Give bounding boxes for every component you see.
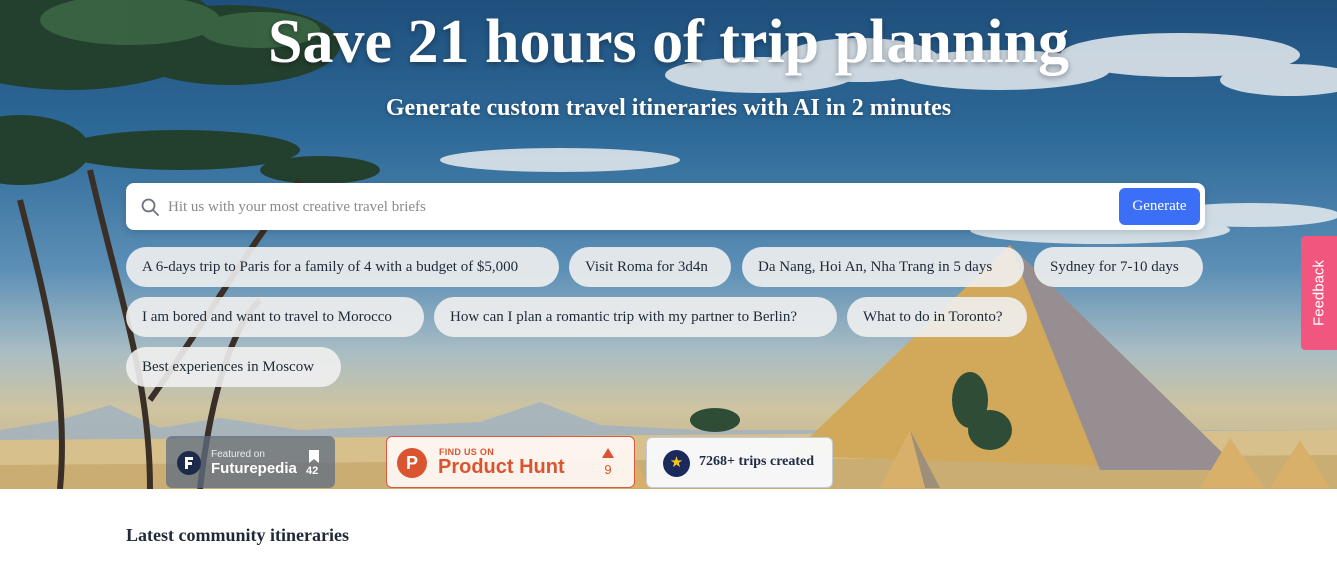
suggestion-chip[interactable]: Best experiences in Moscow (126, 347, 341, 387)
feedback-tab[interactable]: Feedback (1301, 236, 1337, 350)
hero-section: Save 21 hours of trip planning Generate … (0, 0, 1337, 489)
suggestion-chip[interactable]: What to do in Toronto? (847, 297, 1027, 337)
trips-created-badge: ★ 7268+ trips created (646, 437, 833, 488)
page-title: Save 21 hours of trip planning (267, 8, 1069, 76)
suggestion-chip[interactable]: Sydney for 7-10 days (1034, 247, 1203, 287)
futurepedia-badge[interactable]: Featured on Futurepedia 42 (166, 436, 335, 488)
latest-itineraries-heading: Latest community itineraries (126, 525, 349, 545)
product-hunt-votes: 9 (604, 462, 612, 477)
suggestion-chip[interactable]: How can I plan a romantic trip with my p… (434, 297, 837, 337)
feedback-label: Feedback (1310, 260, 1328, 326)
futurepedia-featured-text: Featured on (211, 449, 265, 460)
futurepedia-name: Futurepedia (211, 460, 297, 477)
bookmark-icon (309, 450, 319, 463)
search-icon (141, 198, 159, 216)
upvote-arrow-icon (602, 448, 614, 458)
product-hunt-badge[interactable]: P FIND US ON Product Hunt 9 (386, 436, 635, 488)
page-subtitle: Generate custom travel itineraries with … (385, 95, 952, 121)
suggestion-chip[interactable]: I am bored and want to travel to Morocco (126, 297, 424, 337)
futurepedia-logo-icon (177, 451, 201, 475)
trips-created-text: 7268+ trips created (699, 454, 815, 469)
search-bar: Generate (126, 183, 1205, 230)
suggestion-chip[interactable]: A 6-days trip to Paris for a family of 4… (126, 247, 559, 287)
futurepedia-count: 42 (306, 465, 319, 477)
generate-button[interactable]: Generate (1119, 188, 1200, 225)
search-input[interactable] (166, 191, 1110, 223)
suggestion-chip[interactable]: Da Nang, Hoi An, Nha Trang in 5 days (742, 247, 1024, 287)
product-hunt-name: Product Hunt (438, 456, 565, 478)
suggestion-chip[interactable]: Visit Roma for 3d4n (569, 247, 731, 287)
